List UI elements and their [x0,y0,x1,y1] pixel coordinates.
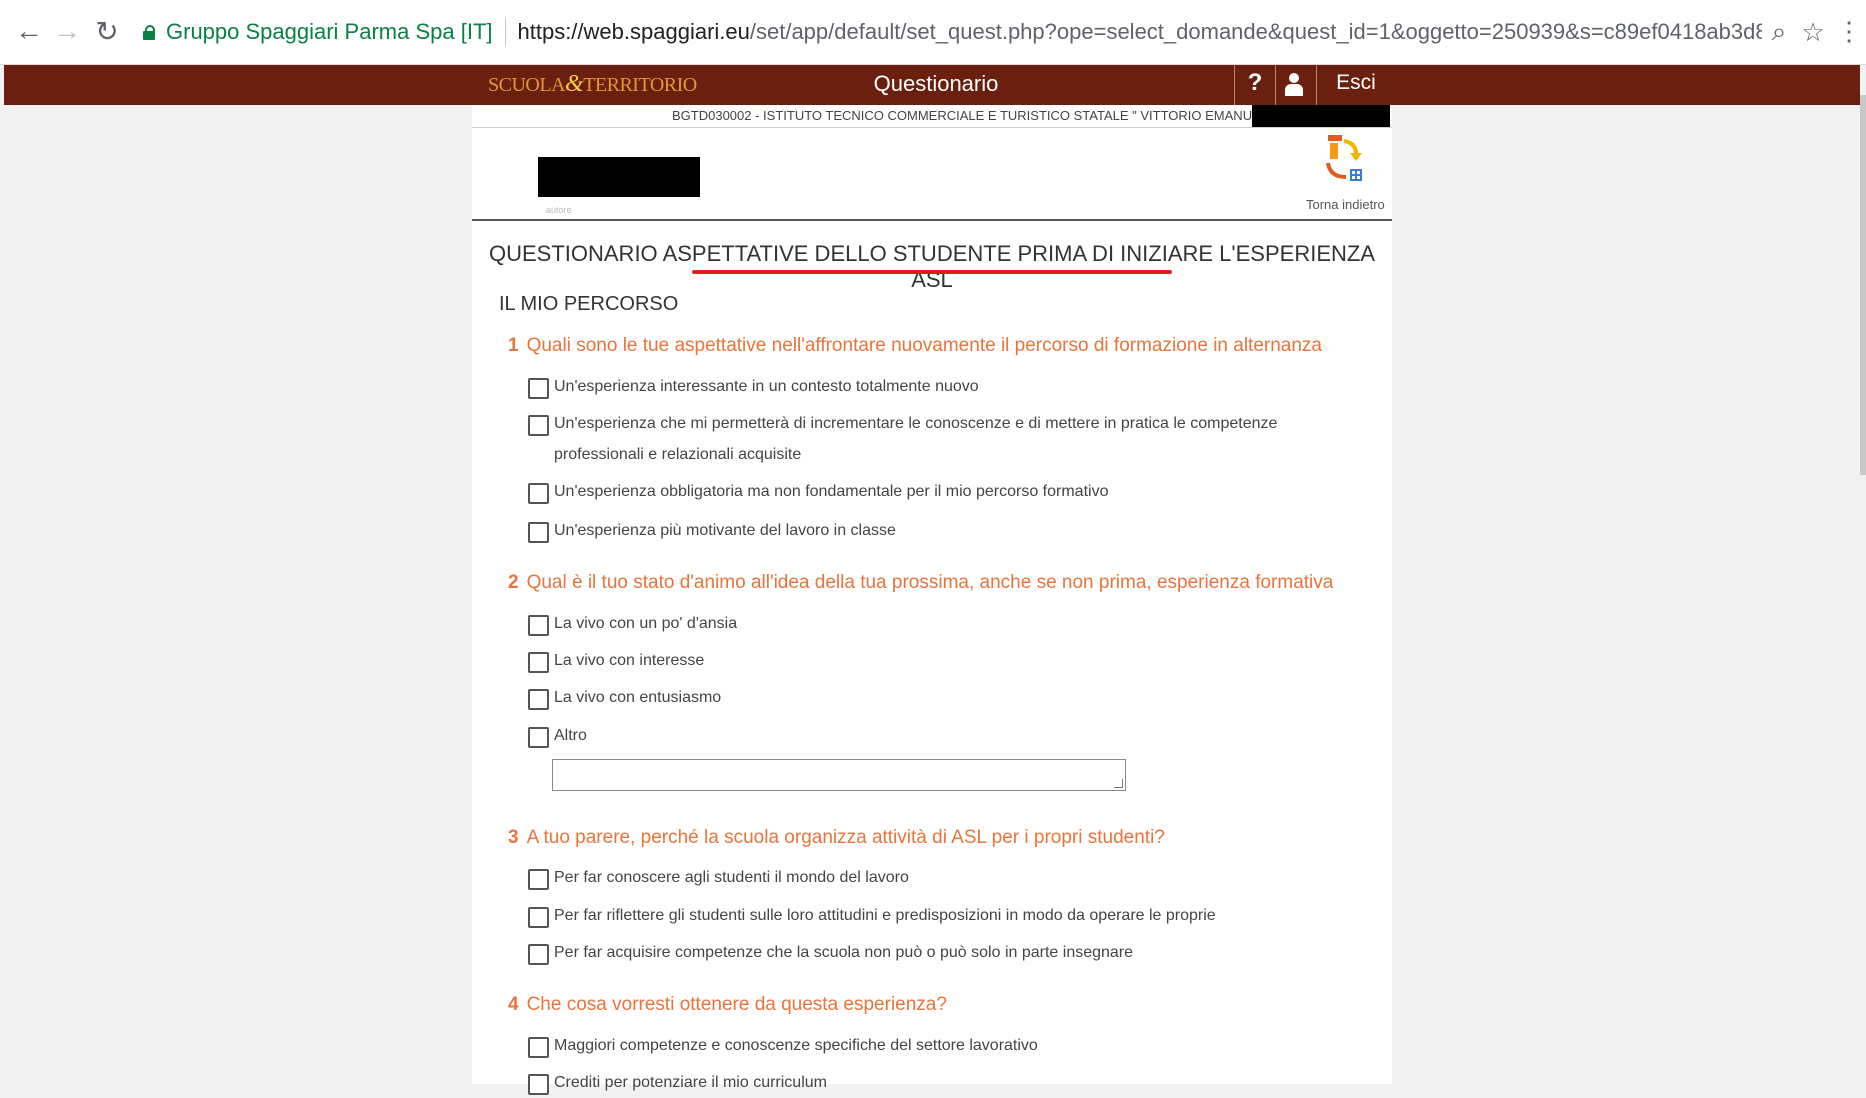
other-answer-textarea[interactable] [552,759,1126,791]
option-label: Un'esperienza che mi permetterà di incre… [554,415,1278,463]
checkbox[interactable] [528,1074,549,1095]
app-header: SCUOLA&TERRITORIO Questionario ? Esci [4,65,1862,105]
checkbox[interactable] [528,907,549,928]
option-2-4[interactable]: Altro [528,726,587,751]
app-title: Questionario [873,71,999,96]
checkbox[interactable] [528,615,549,636]
question-text: Quali sono le tue aspettative nell'affro… [526,335,1322,356]
bookmark-star-icon[interactable]: ☆ [1796,17,1830,48]
checkbox[interactable] [528,869,549,890]
student-header: autore Torna indietro [472,127,1392,221]
option-label: La vivo con un po' d'ansia [554,615,738,632]
option-label: Un'esperienza obbligatoria ma non fondam… [554,483,1109,500]
back-label[interactable]: Torna indietro [1306,197,1385,212]
option-label: La vivo con interesse [554,652,705,669]
option-label: Maggiori competenze e conoscenze specifi… [554,1037,1038,1054]
question-text: A tuo parere, perché la scuola organizza… [526,827,1165,848]
address-bar[interactable]: Gruppo Spaggiari Parma Spa [IT] https://… [132,12,1830,52]
checkbox[interactable] [528,378,549,399]
zoom-icon[interactable]: ⌕ [1762,16,1796,48]
redacted-block [1252,105,1390,127]
option-label: Per far conoscere agli studenti il mondo… [554,869,909,886]
option-4-1[interactable]: Maggiori competenze e conoscenze specifi… [528,1036,1038,1061]
option-label: Un'esperienza interessante in un contest… [554,378,979,395]
checkbox[interactable] [528,652,549,673]
address-divider [504,18,506,46]
checkbox[interactable] [528,415,549,436]
school-bar: BGTD030002 - ISTITUTO TECNICO COMMERCIAL… [472,105,1392,128]
redacted-student-name [538,157,700,197]
option-1-4[interactable]: Un'esperienza più motivante del lavoro i… [528,521,896,546]
option-label: Altro [554,727,587,744]
author-label: autore [546,205,572,215]
bar-divider [1234,65,1235,105]
scrollbar-thumb[interactable] [1860,95,1866,475]
user-icon[interactable] [1276,69,1314,101]
url-host: https://web.spaggiari.eu [517,19,750,44]
forward-arrow-icon[interactable]: → [50,14,84,48]
reload-icon[interactable]: ↻ [90,14,124,48]
checkbox[interactable] [528,727,549,748]
question-2: 2 Qual è il tuo stato d'animo all'idea de… [508,572,1333,594]
option-2-3[interactable]: La vivo con entusiasmo [528,688,721,713]
question-1: 1 Quali sono le tue aspettative nell'affr… [508,335,1322,357]
exit-button[interactable]: Esci [1316,71,1396,95]
section-heading: IL MIO PERCORSO [499,293,679,315]
option-2-1[interactable]: La vivo con un po' d'ansia [528,614,737,639]
questionnaire-card: BGTD030002 - ISTITUTO TECNICO COMMERCIAL… [472,105,1392,1095]
help-icon[interactable]: ? [1236,69,1274,101]
checkbox[interactable] [528,1037,549,1058]
url-text[interactable]: https://web.spaggiari.eu/set/app/default… [518,19,1763,45]
option-label: Per far riflettere gli studenti sulle lo… [554,907,1216,924]
option-label: Crediti per potenziare il mio curriculum [554,1074,827,1091]
checkbox[interactable] [528,522,549,543]
option-2-2[interactable]: La vivo con interesse [528,651,704,676]
option-label: Un'esperienza più motivante del lavoro i… [554,522,896,539]
option-3-3[interactable]: Per far acquisire competenze che la scuo… [528,943,1133,968]
back-return-icon[interactable] [1324,133,1368,185]
option-3-1[interactable]: Per far conoscere agli studenti il mondo… [528,868,909,893]
logo-part-scuola: SCUOLA [488,74,566,96]
back-arrow-icon[interactable]: ← [12,14,46,48]
question-number: 2 [508,572,519,593]
browser-menu-icon[interactable]: ⋮ [1836,16,1862,47]
checkbox[interactable] [528,689,549,710]
question-4: 4 Che cosa vorresti ottenere da questa es… [508,994,947,1016]
option-1-2[interactable]: Un'esperienza che mi permetterà di incre… [528,414,1364,470]
checkbox[interactable] [528,944,549,965]
title-underline [692,270,1172,274]
site-identity[interactable]: Gruppo Spaggiari Parma Spa [IT] [166,19,493,45]
question-text: Che cosa vorresti ottenere da questa esp… [526,994,947,1015]
browser-toolbar: ← → ↻ Gruppo Spaggiari Parma Spa [IT] ht… [0,0,1866,65]
question-number: 4 [508,994,519,1015]
school-name: BGTD030002 - ISTITUTO TECNICO COMMERCIAL… [672,108,1296,123]
question-number: 1 [508,335,519,356]
option-3-2[interactable]: Per far riflettere gli studenti sulle lo… [528,906,1216,931]
question-text: Qual è il tuo stato d'animo all'idea del… [526,572,1334,593]
option-label: Per far acquisire competenze che la scuo… [554,944,1134,961]
option-1-1[interactable]: Un'esperienza interessante in un contest… [528,377,979,402]
logo-ampersand: & [565,71,584,97]
option-label: La vivo con entusiasmo [554,689,722,706]
question-number: 3 [508,827,519,848]
page-scrollbar[interactable] [1860,65,1866,1084]
option-1-3[interactable]: Un'esperienza obbligatoria ma non fondam… [528,482,1108,507]
option-4-2[interactable]: Crediti per potenziare il mio curriculum [528,1073,827,1098]
scuola-territorio-logo[interactable]: SCUOLA&TERRITORIO [488,71,697,98]
logo-part-territorio: TERRITORIO [583,74,697,96]
questionnaire-title: QUESTIONARIO ASPETTATIVE DELLO STUDENTE … [488,241,1375,292]
checkbox[interactable] [528,483,549,504]
lock-icon [142,25,156,40]
question-3: 3 A tuo parere, perché la scuola organizz… [508,827,1165,849]
url-path: /set/app/default/set_quest.php?ope=selec… [749,19,1762,44]
